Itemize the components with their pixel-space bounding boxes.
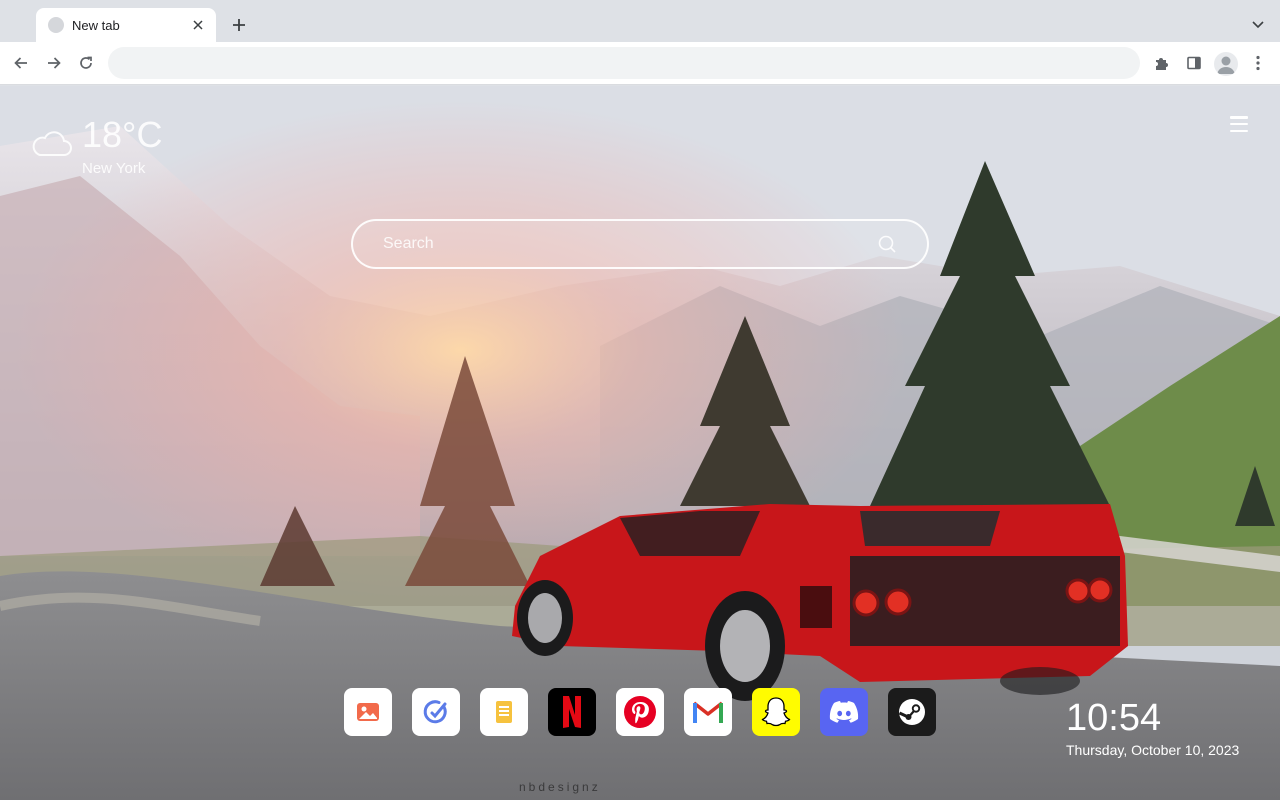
app-tasks[interactable] [412,688,460,736]
menu-button[interactable] [1228,114,1250,134]
new-tab-button[interactable] [228,14,250,36]
back-button[interactable] [10,52,32,74]
plus-icon [233,19,245,31]
snapchat-icon [761,697,791,727]
reload-button[interactable] [75,52,97,74]
tab-new-tab[interactable]: New tab [36,8,216,42]
address-bar[interactable] [108,47,1140,79]
hamburger-icon-bar [1230,122,1248,126]
weather-city: New York [82,160,146,177]
forward-button[interactable] [43,52,65,74]
shortcut-dock [344,688,936,736]
new-tab-page: 18°C New York Search 10:54 Thursday, Oct… [0,86,1280,800]
wallpaper-credit: nbdesignz [519,780,601,794]
weather-temperature: 18°C [82,114,163,155]
app-snapchat[interactable] [752,688,800,736]
tab-search-button[interactable] [1248,15,1268,35]
app-notes[interactable] [480,688,528,736]
browser-toolbar [0,42,1280,85]
image-icon [357,703,379,721]
side-panel-button[interactable] [1183,52,1205,74]
clock-date: Thursday, October 10, 2023 [1066,742,1240,758]
profile-avatar[interactable] [1214,52,1238,76]
discord-icon [829,701,859,723]
tab-title: New tab [72,17,120,33]
close-icon[interactable] [190,17,206,33]
arrow-left-icon [14,57,27,69]
side-panel-icon [1187,56,1201,70]
clock-time: 10:54 [1066,697,1162,739]
arrow-right-icon [48,57,61,69]
app-discord[interactable] [820,688,868,736]
reload-icon [80,56,92,69]
hamburger-icon-bar [1230,116,1248,119]
puzzle-icon [1156,58,1168,70]
check-circle-icon [423,700,447,724]
app-steam[interactable] [888,688,936,736]
search-box[interactable] [351,219,929,269]
person-icon [1217,56,1235,74]
cloud-icon [32,131,72,156]
browser-menu-button[interactable] [1247,52,1269,74]
extensions-button[interactable] [1151,52,1173,74]
app-photos[interactable] [344,688,392,736]
favicon-icon [48,17,64,33]
search-input[interactable] [383,221,863,267]
app-gmail[interactable] [684,688,732,736]
search-icon[interactable] [877,234,897,254]
gmail-icon [692,701,724,723]
app-pinterest[interactable] [616,688,664,736]
note-icon [496,701,512,723]
chevron-down-icon [1252,21,1264,29]
app-netflix[interactable] [548,688,596,736]
pinterest-icon [624,696,656,728]
netflix-icon [563,696,581,728]
steam-icon [898,699,925,725]
tab-strip: New tab [0,0,1280,42]
clock-widget: 10:54 Thursday, October 10, 2023 [1066,698,1239,758]
hamburger-icon-bar [1230,129,1248,132]
more-vert-icon [1256,55,1260,71]
